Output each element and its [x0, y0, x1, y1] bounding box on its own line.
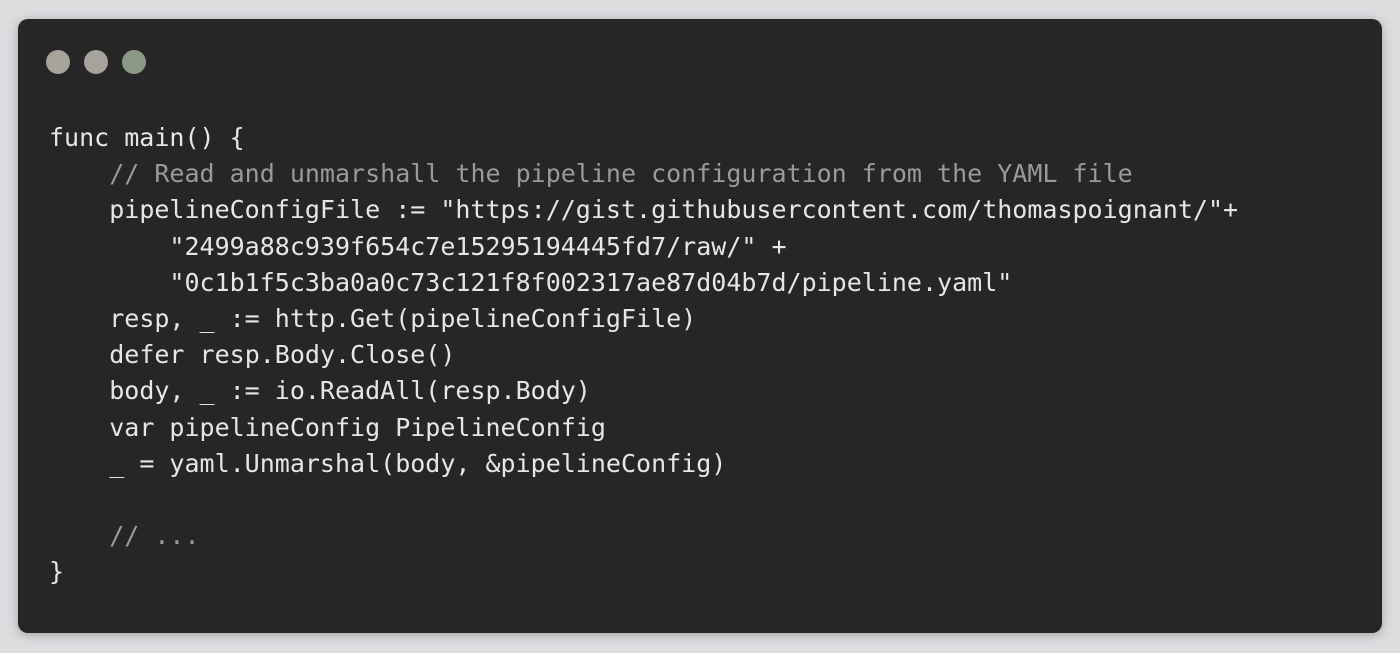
- code-line: defer resp.Body.Close(): [49, 337, 1238, 373]
- code-line: pipelineConfigFile := "https://gist.gith…: [49, 192, 1238, 228]
- code-token-plain: pipelineConfigFile := "https://gist.gith…: [109, 195, 1239, 225]
- code-token-plain: body, _ := io.ReadAll(resp.Body): [109, 376, 591, 406]
- window-controls: [46, 50, 146, 74]
- code-token-plain: resp, _ := http.Get(pipelineConfigFile): [109, 303, 697, 333]
- code-window: func main() { // Read and unmarshall the…: [18, 19, 1382, 633]
- close-dot-icon[interactable]: [46, 50, 70, 74]
- code-token-plain: }: [49, 557, 65, 587]
- code-token-plain: "2499a88c939f654c7e15295194445fd7/raw/" …: [169, 231, 787, 261]
- code-line: var pipelineConfig PipelineConfig: [49, 410, 1238, 446]
- zoom-dot-icon[interactable]: [122, 50, 146, 74]
- code-token-keyword: var: [109, 412, 155, 442]
- code-token-comment: // Read and unmarshall the pipeline conf…: [109, 159, 1133, 189]
- code-line: _ = yaml.Unmarshal(body, &pipelineConfig…: [49, 446, 1238, 482]
- code-line: "2499a88c939f654c7e15295194445fd7/raw/" …: [49, 229, 1238, 265]
- code-token-comment: // ...: [109, 521, 200, 551]
- code-token-plain: "0c1b1f5c3ba0a0c73c121f8f002317ae87d04b7…: [169, 267, 1013, 297]
- code-token-plain: pipelineConfig PipelineConfig: [154, 412, 606, 442]
- code-block[interactable]: func main() { // Read and unmarshall the…: [49, 120, 1238, 590]
- code-line: body, _ := io.ReadAll(resp.Body): [49, 373, 1238, 409]
- code-line: }: [49, 554, 1238, 590]
- code-token-plain: _ = yaml.Unmarshal(body, &pipelineConfig…: [109, 448, 727, 478]
- code-token-keyword: defer: [109, 340, 185, 370]
- minimize-dot-icon[interactable]: [84, 50, 108, 74]
- code-token-plain: resp.Body.Close(): [184, 340, 456, 370]
- code-token-plain: func main() {: [49, 123, 245, 152]
- code-line: resp, _ := http.Get(pipelineConfigFile): [49, 301, 1238, 337]
- code-line: "0c1b1f5c3ba0a0c73c121f8f002317ae87d04b7…: [49, 265, 1238, 301]
- code-line: // ...: [49, 518, 1238, 554]
- code-line: // Read and unmarshall the pipeline conf…: [49, 156, 1238, 192]
- code-line: func main() {: [49, 120, 1238, 156]
